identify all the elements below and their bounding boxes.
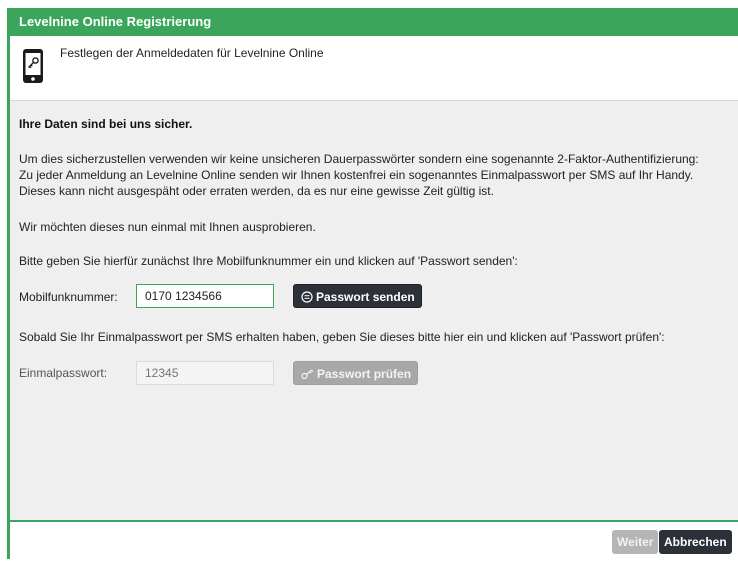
mobile-phone-key-icon [23, 49, 43, 83]
send-password-button[interactable]: Passwort senden [293, 284, 422, 308]
registration-dialog: Levelnine Online Registrierung Festlegen… [7, 8, 738, 561]
try-text: Wir möchten dieses nun einmal mit Ihnen … [19, 220, 316, 234]
check-password-label: Passwort prüfen [317, 367, 412, 381]
dialog-subheader: Festlegen der Anmeldedaten für Levelnine… [10, 36, 738, 101]
otp-input[interactable] [136, 361, 274, 385]
key-icon [301, 369, 314, 379]
check-instruction: Sobald Sie Ihr Einmalpasswort per SMS er… [19, 330, 665, 344]
otp-label: Einmalpasswort: [19, 366, 108, 380]
security-heading: Ihre Daten sind bei uns sicher. [19, 117, 193, 131]
mobile-number-input[interactable] [136, 284, 274, 308]
next-button[interactable]: Weiter [612, 530, 659, 554]
intro-paragraph: Um dies sicherzustellen verwenden wir ke… [19, 151, 699, 199]
intro-line: Dieses kann nicht ausgespäht oder errate… [19, 184, 494, 198]
cancel-button[interactable]: Abbrechen [659, 530, 732, 554]
sms-bubble-icon [301, 291, 313, 303]
content-area: Ihre Daten sind bei uns sicher. Um dies … [10, 101, 738, 520]
check-password-button[interactable]: Passwort prüfen [293, 361, 419, 385]
send-instruction: Bitte geben Sie hierfür zunächst Ihre Mo… [19, 254, 518, 268]
intro-line: Um dies sicherzustellen verwenden wir ke… [19, 152, 699, 166]
intro-line: Zu jeder Anmeldung an Levelnine Online s… [19, 168, 694, 182]
send-password-label: Passwort senden [316, 290, 415, 304]
mobile-label: Mobilfunknummer: [19, 290, 118, 304]
dialog-footer: Weiter Abbrechen [10, 520, 738, 561]
dialog-title: Levelnine Online Registrierung [10, 8, 738, 36]
dialog-subtitle: Festlegen der Anmeldedaten für Levelnine… [60, 46, 324, 60]
